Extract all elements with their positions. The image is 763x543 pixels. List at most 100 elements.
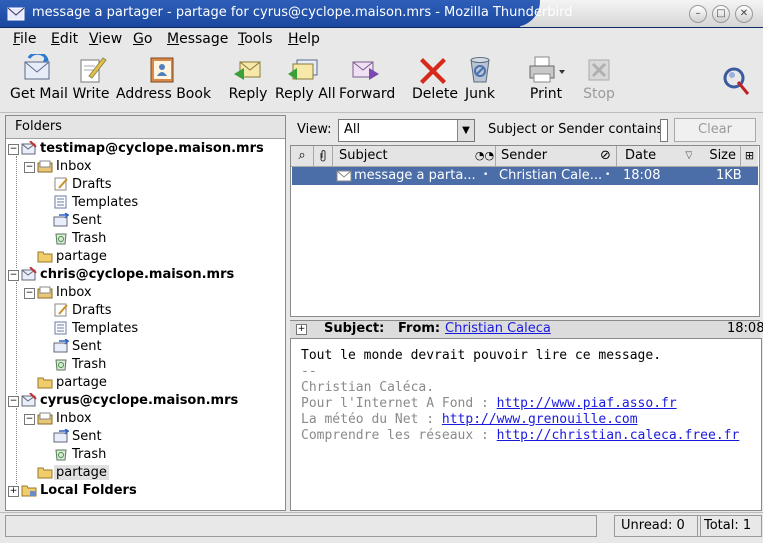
folder-trash[interactable]: Trash (6, 356, 285, 374)
folder-trash[interactable]: Trash (6, 230, 285, 248)
menu-view[interactable]: View (89, 31, 122, 47)
menu-edit[interactable]: Edit (51, 31, 78, 47)
from-link[interactable]: Christian Caleca (445, 321, 551, 336)
expand-icon[interactable]: + (8, 486, 19, 497)
folder-pane: Folders − testimap@cyclope.maison.mrs − … (5, 115, 286, 511)
read-status-column[interactable]: ◔◔ (474, 146, 496, 167)
inbox-icon (37, 286, 53, 299)
folder-sent[interactable]: Sent (6, 428, 285, 446)
reply-button[interactable]: Reply (228, 54, 268, 102)
account-testimap[interactable]: − testimap@cyclope.maison.mrs (6, 140, 285, 158)
folder-templates[interactable]: Templates (6, 320, 285, 338)
inbox-icon (37, 160, 53, 173)
drafts-icon (54, 177, 68, 191)
inbox-icon (37, 412, 53, 425)
folder-templates[interactable]: Templates (6, 194, 285, 212)
clear-button[interactable]: Clear (674, 118, 756, 142)
junk-status-column[interactable]: ⊘ (595, 146, 617, 167)
folder-drafts[interactable]: Drafts (6, 302, 285, 320)
menu-message[interactable]: Message (167, 31, 228, 47)
link-grenouille[interactable]: http://www.grenouille.com (442, 412, 638, 427)
folder-partage-selected[interactable]: partage (6, 464, 285, 482)
sender-column[interactable]: Sender (496, 146, 600, 167)
folder-icon (37, 251, 53, 263)
thread-column-icon[interactable]: ⌕ (291, 146, 314, 167)
expand-headers-icon[interactable]: + (296, 324, 307, 335)
junk-dot: • (605, 170, 611, 180)
collapse-icon[interactable]: − (8, 270, 19, 281)
date-column[interactable]: Date ▽ (617, 146, 700, 167)
forward-button[interactable]: Forward (339, 54, 395, 102)
mail-account-icon (21, 141, 37, 155)
menu-bar: File Edit View Go Message Tools Help (0, 28, 763, 50)
forward-icon (352, 61, 379, 80)
stop-button[interactable]: Stop (582, 54, 616, 102)
chevron-down-icon: ▼ (457, 120, 474, 141)
title-bar: message a partager - partage for cyrus@c… (0, 0, 763, 28)
menu-help[interactable]: Help (288, 31, 320, 47)
throbber-icon (723, 67, 750, 95)
folder-partage[interactable]: partage (6, 374, 285, 392)
trash-icon (55, 359, 67, 371)
link-piaf[interactable]: http://www.piaf.asso.fr (497, 396, 677, 411)
size-column[interactable]: Size (692, 146, 741, 167)
local-folders[interactable]: + Local Folders (6, 482, 285, 500)
get-mail-button[interactable]: Get Mail (10, 54, 68, 102)
view-select[interactable]: All ▼ (338, 119, 475, 142)
total-count: Total: 1 (697, 515, 762, 537)
status-message (5, 515, 597, 537)
write-button[interactable]: Write (71, 54, 111, 102)
drafts-icon (54, 303, 68, 317)
mail-account-icon (21, 267, 37, 281)
junk-button[interactable]: Junk (462, 54, 498, 102)
print-button[interactable]: Print (520, 54, 572, 102)
message-header-bar: + Subject: From: Christian Caleca 18:08 (290, 320, 763, 338)
menu-go[interactable]: Go (133, 31, 152, 47)
folder-inbox[interactable]: − Inbox (6, 158, 285, 176)
search-input[interactable] (660, 119, 668, 142)
folder-sent[interactable]: Sent (6, 338, 285, 356)
collapse-icon[interactable]: − (8, 396, 19, 407)
column-picker-icon[interactable]: ⊞ (741, 146, 758, 167)
account-cyrus[interactable]: − cyrus@cyclope.maison.mrs (6, 392, 285, 410)
folder-pane-header: Folders (6, 116, 285, 139)
link-caleca[interactable]: http://christian.caleca.free.fr (497, 428, 740, 443)
folder-inbox[interactable]: − Inbox (6, 410, 285, 428)
minimize-button[interactable]: – (689, 5, 707, 23)
folder-inbox[interactable]: − Inbox (6, 284, 285, 302)
unread-count: Unread: 0 (614, 515, 701, 537)
collapse-icon[interactable]: − (24, 414, 35, 425)
trash-icon (55, 233, 67, 245)
reply-all-button[interactable]: Reply All (275, 54, 336, 102)
collapse-icon[interactable]: − (24, 162, 35, 173)
account-chris[interactable]: − chris@cyclope.maison.mrs (6, 266, 285, 284)
get-mail-icon (24, 54, 50, 80)
address-book-button[interactable]: Address Book (116, 54, 211, 102)
menu-tools[interactable]: Tools (238, 31, 273, 47)
view-filter-bar: View: All ▼ Subject or Sender contains: … (290, 115, 760, 145)
folder-icon (37, 467, 53, 479)
sent-icon (53, 213, 69, 227)
subject-column[interactable]: Subject (333, 146, 480, 167)
attachment-column[interactable] (314, 146, 333, 167)
menu-file[interactable]: File (13, 31, 36, 47)
delete-icon (420, 58, 446, 84)
read-dot: • (483, 170, 489, 180)
folder-icon (37, 377, 53, 389)
close-button[interactable]: ✕ (735, 5, 753, 23)
folder-sent[interactable]: Sent (6, 212, 285, 230)
reply-all-icon (288, 59, 318, 80)
maximize-button[interactable]: □ (712, 5, 730, 23)
stop-icon (588, 59, 610, 81)
folder-partage[interactable]: partage (6, 248, 285, 266)
print-icon (529, 56, 565, 83)
sent-icon (53, 429, 69, 443)
message-row[interactable]: message a parta... • Christian Cale... •… (292, 167, 758, 185)
folder-drafts[interactable]: Drafts (6, 176, 285, 194)
message-envelope-icon (336, 170, 352, 182)
delete-button[interactable]: Delete (412, 54, 458, 102)
sent-icon (53, 339, 69, 353)
folder-trash[interactable]: Trash (6, 446, 285, 464)
collapse-icon[interactable]: − (8, 144, 19, 155)
collapse-icon[interactable]: − (24, 288, 35, 299)
